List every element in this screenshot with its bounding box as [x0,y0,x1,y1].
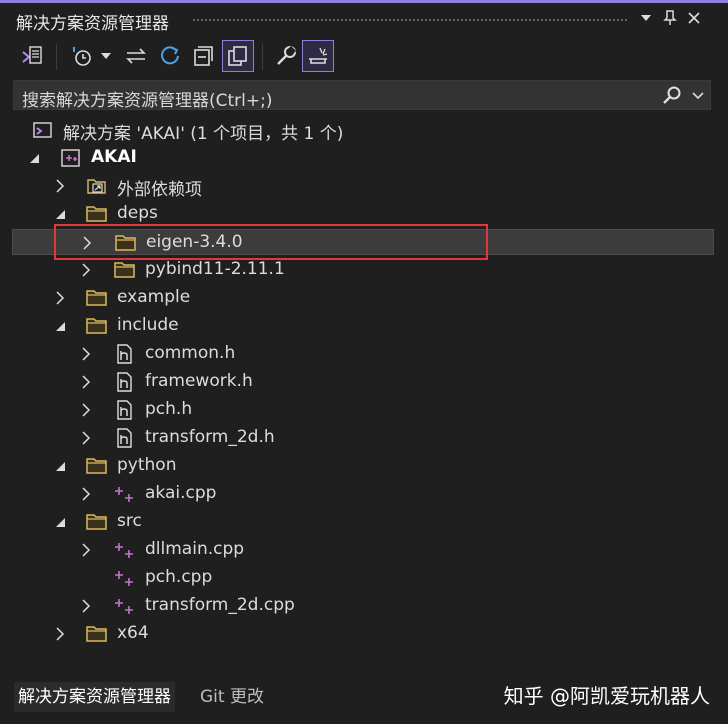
close-icon[interactable] [684,8,704,28]
tree-item-label: 解决方案 'AKAI' (1 个项目，共 1 个) [63,124,344,144]
watermark-text: 知乎 @阿凯爱玩机器人 [503,684,710,708]
header-file-icon [114,428,136,448]
tree-item[interactable]: python [0,452,728,480]
tree-item-label: include [117,315,179,335]
collapsed-arrow-icon[interactable] [54,290,66,306]
folder-icon [114,260,136,280]
search-placeholder: 搜索解决方案资源管理器(Ctrl+;) [22,91,273,111]
cpp-project-icon [60,148,82,168]
tree-item-label: x64 [117,623,149,643]
collapsed-arrow-icon[interactable] [54,178,66,194]
folder-icon [86,204,108,224]
bottom-tab-bar: 解决方案资源管理器 Git 更改 知乎 @阿凯爱玩机器人 [0,676,728,724]
collapsed-arrow-icon[interactable] [80,374,92,390]
toolbar-separator [56,44,57,70]
tree-item[interactable]: akai.cpp [0,480,728,508]
tab-solution-explorer[interactable]: 解决方案资源管理器 [14,682,175,712]
tree-item-label: pch.cpp [145,567,213,587]
collapsed-arrow-icon[interactable] [80,262,92,278]
tree-item[interactable]: transform_2d.h [0,424,728,452]
titlebar-grip[interactable] [192,18,628,23]
tree-item[interactable]: src [0,508,728,536]
collapsed-arrow-icon[interactable] [80,346,92,362]
toolbar [0,36,728,78]
show-all-files-icon[interactable] [222,40,254,72]
panel-title: 解决方案资源管理器 [16,14,169,34]
cpp-file-icon [114,484,136,504]
chevron-down-icon[interactable] [636,8,656,28]
tree-item[interactable]: pybind11-2.11.1 [0,256,728,284]
tree-item[interactable]: pch.h [0,396,728,424]
search-options-chevron-icon[interactable] [692,87,704,107]
tab-git-changes[interactable]: Git 更改 [196,682,268,712]
tree-item-label: akai.cpp [145,483,217,503]
sync-arrows-icon[interactable] [120,40,152,72]
collapsed-arrow-icon[interactable] [80,542,92,558]
tree-item-label: transform_2d.cpp [145,595,295,615]
expanded-arrow-icon[interactable] [54,318,66,334]
collapsed-arrow-icon[interactable] [80,598,92,614]
folder-icon [86,624,108,644]
history-icon[interactable] [66,40,98,72]
collapsed-arrow-icon[interactable] [54,626,66,642]
folder-icon [86,456,108,476]
highlight-annotation-box [54,224,488,260]
search-input[interactable]: 搜索解决方案资源管理器(Ctrl+;) [13,80,711,111]
expanded-arrow-icon[interactable] [54,206,66,222]
tree-item[interactable]: pch.cpp [0,564,728,592]
header-file-icon [114,344,136,364]
folder-icon [86,316,108,336]
tree-item-label: src [117,511,142,531]
tree-item-label: example [117,287,191,307]
refresh-icon[interactable] [154,40,186,72]
preview-icon[interactable] [302,40,334,72]
folder-icon [86,288,108,308]
dropdown-chevron-icon[interactable] [96,40,116,72]
tree-item-label: AKAI [91,147,137,167]
collapsed-arrow-icon[interactable] [80,486,92,502]
tree-item[interactable]: common.h [0,340,728,368]
expanded-arrow-icon[interactable] [54,514,66,530]
cpp-file-icon [114,540,136,560]
tree-item-label: python [117,455,177,475]
tree-item-label: deps [117,203,158,223]
properties-wrench-icon[interactable] [270,40,302,72]
collapsed-arrow-icon[interactable] [80,430,92,446]
tree-item-label: 外部依赖项 [117,180,202,200]
header-file-icon [114,372,136,392]
tree-item[interactable]: dllmain.cpp [0,536,728,564]
tree-item[interactable]: AKAI [0,144,728,172]
tree-item[interactable]: 外部依赖项 [0,172,728,200]
tree-item[interactable]: 解决方案 'AKAI' (1 个项目，共 1 个) [0,116,728,144]
panel-titlebar: 解决方案资源管理器 [0,3,728,34]
solution-icon [32,120,54,140]
toolbar-separator [262,44,263,70]
search-icon[interactable] [662,85,682,109]
tree-item-label: pch.h [145,399,193,419]
cpp-file-icon [114,568,136,588]
cpp-file-icon [114,596,136,616]
tree-item[interactable]: include [0,312,728,340]
tree-item[interactable]: framework.h [0,368,728,396]
header-file-icon [114,400,136,420]
tree-item-label: pybind11-2.11.1 [145,259,285,279]
tree-item[interactable]: transform_2d.cpp [0,592,728,620]
folder-icon [86,512,108,532]
tree-item[interactable]: x64 [0,620,728,648]
tree-item-label: dllmain.cpp [145,539,245,559]
external-deps-icon [86,176,108,196]
expanded-arrow-icon[interactable] [54,458,66,474]
tree-item-label: framework.h [145,371,253,391]
collapsed-arrow-icon[interactable] [80,402,92,418]
vs-solution-icon[interactable] [16,40,48,72]
tree-item[interactable]: example [0,284,728,312]
tree-item-label: transform_2d.h [145,427,275,447]
tree-scrollbar[interactable] [714,116,728,671]
pin-icon[interactable] [660,8,680,28]
tree-item-label: common.h [145,343,236,363]
expanded-arrow-icon[interactable] [28,150,40,166]
collapse-all-icon[interactable] [188,40,220,72]
